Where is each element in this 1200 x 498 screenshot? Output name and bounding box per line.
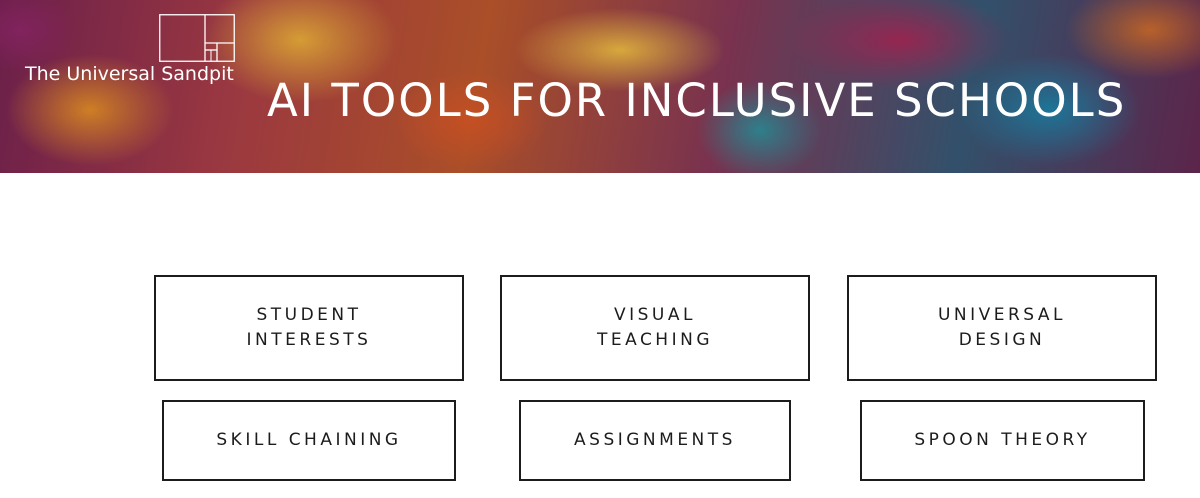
tile-label: STUDENT INTERESTS [246,305,372,350]
tile-label: ASSIGNMENTS [574,430,736,450]
tile-universal-design[interactable]: UNIVERSAL DESIGN [847,275,1157,381]
tile-label: SPOON THEORY [914,430,1091,450]
tile-label: UNIVERSAL DESIGN [937,305,1067,350]
tile-skill-chaining[interactable]: SKILL CHAINING [162,400,456,481]
page-title: AI TOOLS FOR INCLUSIVE SCHOOLS [267,74,1127,127]
tile-visual-teaching[interactable]: VISUAL TEACHING [500,275,810,381]
site-logo[interactable]: The Universal Sandpit [25,14,240,86]
tile-student-interests[interactable]: STUDENT INTERESTS [154,275,464,381]
golden-ratio-logo-icon [159,14,235,62]
logo-text: The Universal Sandpit [25,63,234,85]
hero-banner: The Universal Sandpit AI TOOLS FOR INCLU… [0,0,1200,173]
tile-label: SKILL CHAINING [216,430,402,450]
tile-assignments[interactable]: ASSIGNMENTS [519,400,791,481]
tile-label: VISUAL TEACHING [596,305,713,350]
tile-spoon-theory[interactable]: SPOON THEORY [860,400,1145,481]
